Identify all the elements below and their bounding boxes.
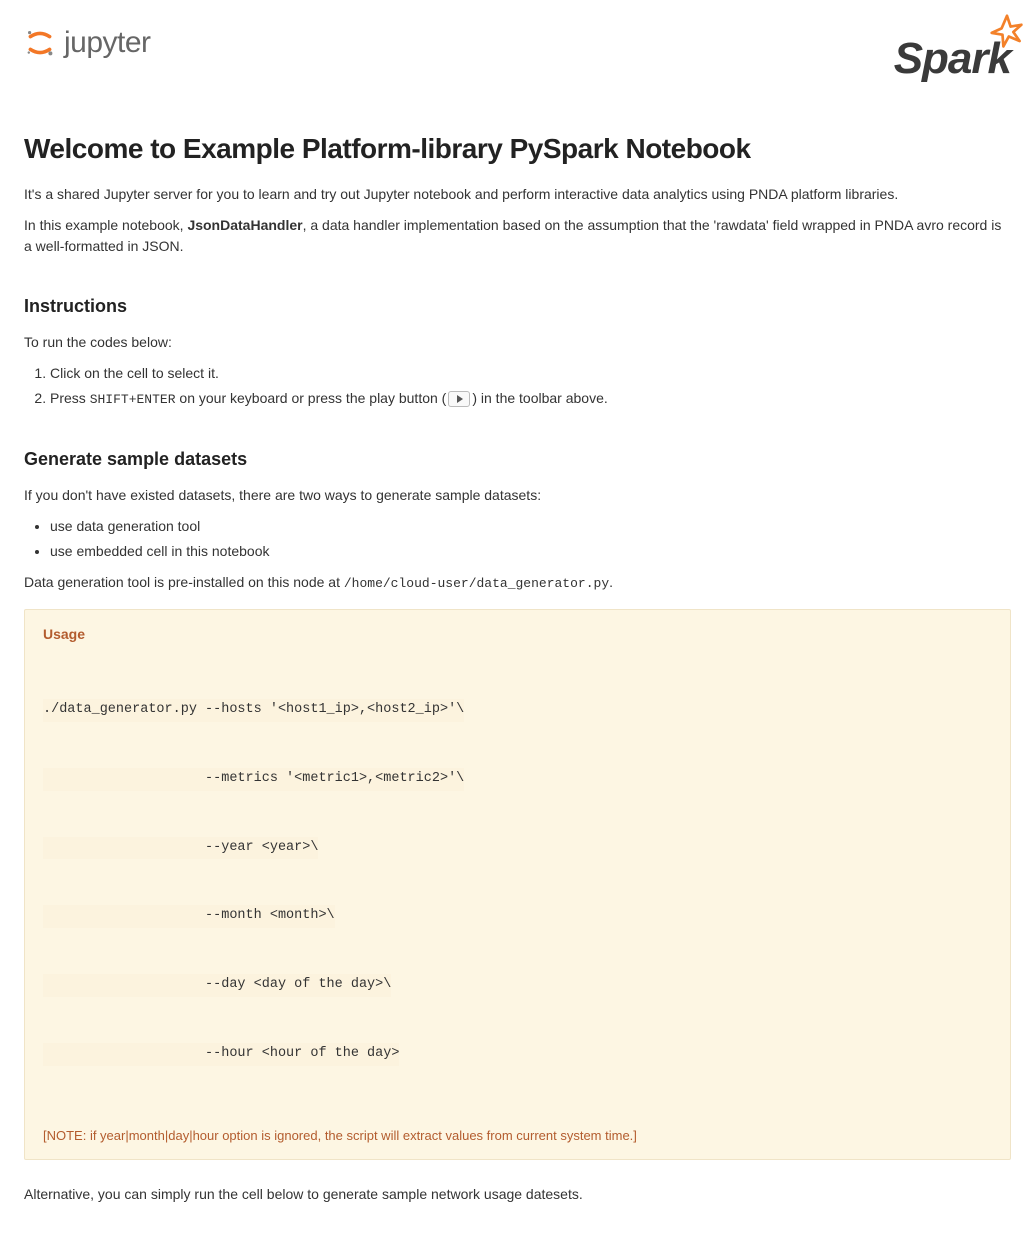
tool-location: Data generation tool is pre-installed on… — [24, 572, 1011, 594]
usage-line-1: ./data_generator.py --hosts '<host1_ip>,… — [43, 699, 992, 722]
page-title: Welcome to Example Platform-library PySp… — [24, 128, 1011, 170]
generate-heading: Generate sample datasets — [24, 446, 1011, 473]
instruction-step-2: Press SHIFT+ENTER on your keyboard or pr… — [50, 388, 1011, 410]
usage-line-5: --day <day of the day>\ — [43, 974, 992, 997]
generate-item-2: use embedded cell in this notebook — [50, 541, 1011, 562]
instructions-heading: Instructions — [24, 293, 1011, 320]
intro2-strong: JsonDataHandler — [187, 217, 302, 233]
instructions-lead: To run the codes below: — [24, 332, 1011, 353]
intro-paragraph-2: In this example notebook, JsonDataHandle… — [24, 215, 1011, 257]
usage-note: [NOTE: if year|month|day|hour option is … — [43, 1126, 992, 1146]
jupyter-logo: jupyter — [24, 20, 151, 65]
instruction-step-1: Click on the cell to select it. — [50, 363, 1011, 384]
spark-star-icon — [989, 14, 1025, 50]
generate-lead: If you don't have existed datasets, ther… — [24, 485, 1011, 506]
usage-line-4: --month <month>\ — [43, 905, 992, 928]
usage-box: Usage ./data_generator.py --hosts '<host… — [24, 609, 1011, 1160]
usage-line-1-text: ./data_generator.py --hosts '<host1_ip>,… — [43, 699, 464, 722]
jupyter-icon — [24, 27, 56, 59]
step2-mid: on your keyboard or press the play butto… — [176, 390, 447, 406]
play-button-icon — [448, 391, 470, 407]
play-triangle-icon — [457, 395, 463, 403]
instructions-list: Click on the cell to select it. Press SH… — [50, 363, 1011, 410]
tool-location-post: . — [609, 574, 613, 590]
usage-line-4-text: --month <month>\ — [43, 905, 335, 928]
usage-line-2-text: --metrics '<metric1>,<metric2>'\ — [43, 768, 464, 791]
step2-pre: Press — [50, 390, 90, 406]
tool-location-path: /home/cloud-user/data_generator.py — [344, 576, 609, 591]
usage-line-2: --metrics '<metric1>,<metric2>'\ — [43, 768, 992, 791]
tool-location-pre: Data generation tool is pre-installed on… — [24, 574, 344, 590]
usage-line-5-text: --day <day of the day>\ — [43, 974, 391, 997]
usage-code-block: ./data_generator.py --hosts '<host1_ip>,… — [43, 653, 992, 1112]
intro2-pre: In this example notebook, — [24, 217, 187, 233]
usage-line-6: --hour <hour of the day> — [43, 1043, 992, 1066]
alternative-paragraph: Alternative, you can simply run the cell… — [24, 1184, 1011, 1205]
spark-logo: Spark — [894, 26, 1011, 92]
usage-title: Usage — [43, 624, 992, 645]
step2-post: ) in the toolbar above. — [472, 390, 607, 406]
page-header: jupyter Spark — [24, 20, 1011, 92]
jupyter-logo-text: jupyter — [64, 20, 151, 65]
generate-list: use data generation tool use embedded ce… — [50, 516, 1011, 562]
usage-line-6-text: --hour <hour of the day> — [43, 1043, 399, 1066]
intro-paragraph-1: It's a shared Jupyter server for you to … — [24, 184, 1011, 205]
step2-shortcut: SHIFT+ENTER — [90, 392, 176, 407]
generate-item-1: use data generation tool — [50, 516, 1011, 537]
